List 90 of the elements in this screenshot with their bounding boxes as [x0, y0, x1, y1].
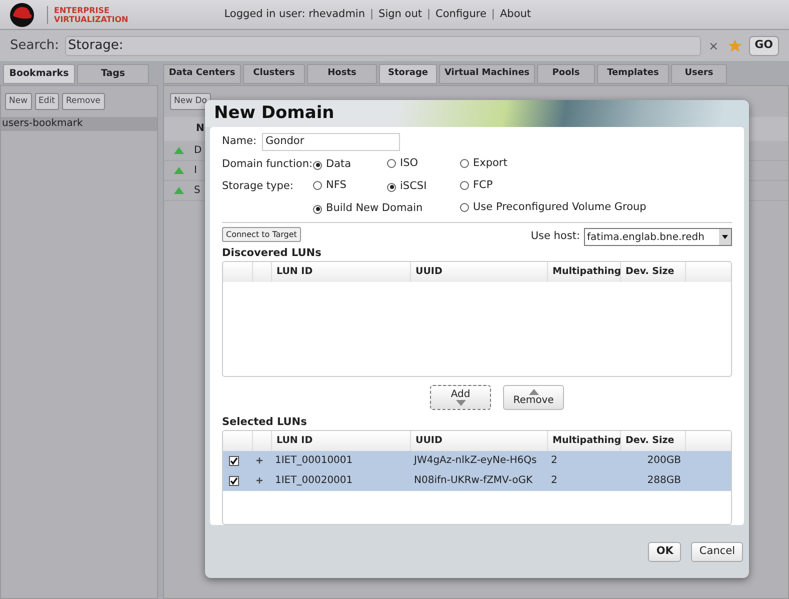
section-heading: Discovered LUNs — [222, 246, 322, 260]
user-label: Logged in user: rhevadmin — [224, 6, 365, 22]
radio-option[interactable]: Data — [313, 157, 352, 174]
table-cell: 200GB — [647, 455, 681, 466]
triangle-icon — [174, 166, 184, 174]
column-header: Dev. Size — [620, 430, 685, 451]
radio-option[interactable]: FCP — [460, 178, 493, 194]
tab[interactable]: Bookmarks — [3, 64, 75, 84]
header-cell — [223, 262, 252, 282]
go-button[interactable]: GO — [748, 36, 779, 56]
separator: | — [426, 6, 431, 22]
header-cell — [252, 430, 271, 451]
column-header: UUID — [410, 430, 547, 451]
tab[interactable]: Users — [671, 64, 727, 84]
dialog-button[interactable]: OK — [648, 542, 682, 562]
toolbar-button[interactable]: Remove — [62, 93, 105, 110]
tab[interactable]: Hosts — [307, 64, 377, 84]
header-cell — [223, 430, 252, 451]
section-heading: Selected LUNs — [222, 414, 308, 429]
table-cell: 288GB — [647, 475, 681, 486]
header-cell — [252, 262, 271, 282]
dropdown-caret-icon — [719, 229, 731, 246]
add-button[interactable]: Add — [430, 384, 491, 410]
tab[interactable]: Templates — [597, 64, 669, 84]
tab[interactable]: Storage — [379, 64, 437, 84]
header-link[interactable]: Sign out — [378, 6, 422, 22]
down-arrow-icon — [456, 400, 466, 406]
radio-option[interactable]: iSCSI — [387, 179, 427, 196]
separator: | — [370, 6, 374, 22]
toolbar-button[interactable]: New — [5, 93, 32, 110]
table-cell-text: D — [194, 144, 202, 158]
search-label: Search: — [10, 36, 60, 55]
toolbar-button[interactable]: Edit — [34, 93, 60, 110]
column-header: Multipathing — [547, 430, 620, 451]
checkbox[interactable] — [229, 456, 239, 466]
table-cell: 2 — [551, 455, 558, 466]
hat-logo-icon — [7, 2, 37, 28]
header-link[interactable]: Configure — [436, 6, 486, 22]
header-cell — [685, 430, 731, 451]
field-label: Name: — [222, 134, 257, 150]
search-field[interactable]: Storage: — [65, 36, 701, 56]
table-cell: JW4gAz-nlkZ-eyNe-H6Qs — [414, 455, 537, 466]
column-header: Multipathing — [547, 262, 620, 282]
name-field[interactable]: Gondor — [262, 133, 400, 152]
triangle-icon — [174, 146, 184, 154]
field-label: Use host: — [530, 229, 580, 244]
column-header: UUID — [410, 262, 547, 282]
remove-button[interactable]: Remove — [503, 384, 564, 410]
connect-button[interactable]: Connect to Target — [222, 227, 301, 242]
header-link[interactable]: About — [500, 6, 532, 22]
dialog-title: New Domain — [214, 102, 334, 125]
check-icon — [230, 476, 238, 485]
table-cell-text: S — [194, 184, 200, 198]
column-header: Dev. Size — [620, 262, 685, 282]
radio-option[interactable]: Build New Domain — [313, 201, 423, 218]
column-header: LUN ID — [271, 430, 410, 451]
tab[interactable]: Tags — [77, 64, 149, 84]
tab[interactable]: Clusters — [243, 64, 305, 84]
dialog-button[interactable]: Cancel — [691, 542, 743, 562]
radio-option[interactable]: ISO — [387, 156, 418, 172]
radio-option[interactable]: Use Preconfigured Volume Group — [460, 200, 646, 216]
logo-text: ENTERPRISE — [54, 6, 110, 14]
radio-option[interactable]: NFS — [313, 178, 346, 194]
tab[interactable]: Data Centers — [163, 64, 241, 84]
table-cell: 1IET_00010001 — [275, 455, 353, 466]
column-header: N — [196, 122, 204, 136]
table-cell-text: I — [194, 164, 197, 178]
star-icon — [726, 38, 743, 54]
separator: | — [491, 6, 495, 22]
tab[interactable]: Pools — [537, 64, 595, 84]
check-icon — [230, 456, 238, 465]
bookmark-item[interactable]: users-bookmark — [1, 116, 157, 131]
toolbar-button[interactable]: New Do — [170, 93, 211, 110]
logo-text: VIRTUALIZATION — [54, 14, 128, 24]
field-label: Storage type: — [222, 179, 294, 194]
triangle-icon — [174, 186, 184, 194]
table-cell: 1IET_00020001 — [275, 475, 353, 486]
header-cell — [685, 262, 731, 282]
checkbox[interactable] — [229, 476, 239, 486]
plus-icon — [256, 457, 263, 464]
host-dropdown[interactable]: fatima.englab.bne.redh — [584, 228, 732, 246]
up-arrow-icon — [528, 388, 538, 395]
field-label: Domain function: — [222, 157, 313, 172]
plus-icon — [256, 477, 263, 484]
tab[interactable]: Virtual Machines — [439, 64, 535, 84]
column-header: LUN ID — [271, 262, 410, 282]
clear-button[interactable]: × — [706, 36, 721, 54]
table-cell: 2 — [551, 475, 558, 486]
radio-option[interactable]: Export — [460, 156, 508, 172]
table-cell: N08ifn-UKRw-fZMV-oGK — [414, 475, 533, 486]
